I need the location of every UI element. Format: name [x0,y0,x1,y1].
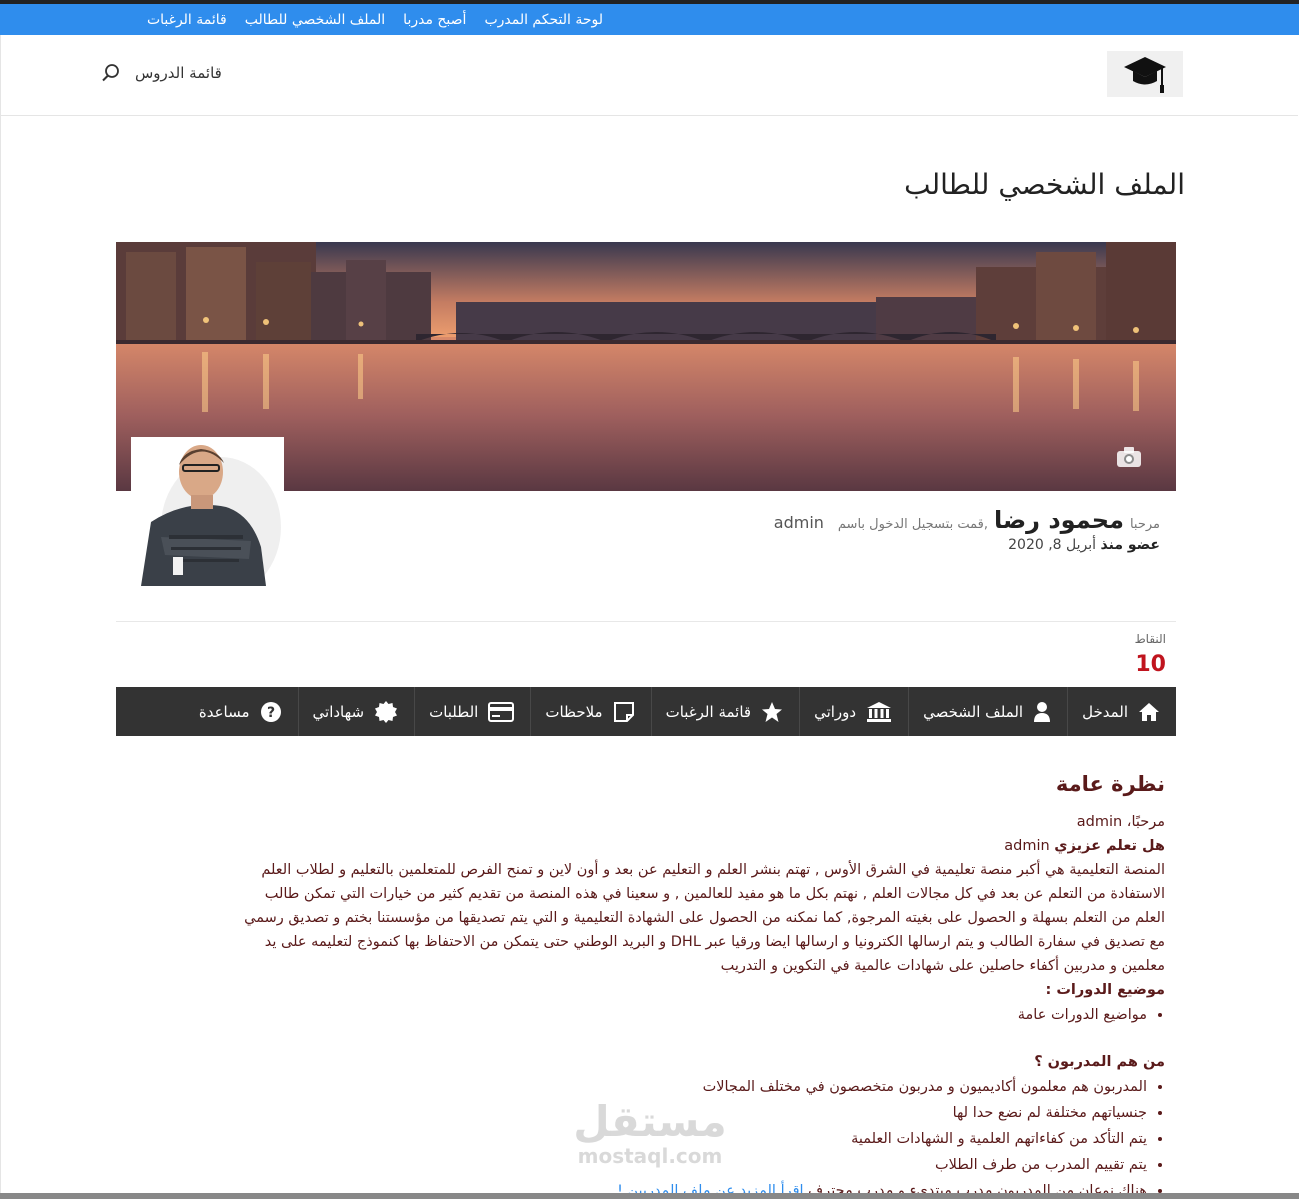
svg-text:?: ? [266,705,274,721]
help-icon: ? [260,701,281,722]
overview-heading: نظرة عامة [1055,772,1165,796]
watermark-english: mostaql.com [577,1144,723,1168]
window-bottom-border [0,1193,1299,1199]
user-icon [1034,701,1051,722]
top-navigation-bar: لوحة التحكم المدرب أصبح مدربا الملف الشخ… [0,4,1299,35]
home-icon [1139,702,1159,721]
overview-paragraph-line: العلم من التعلم بسهلة و الحصول على بغيته… [244,910,1165,926]
overview-paragraph-line: الاستفادة من التعلم عن بعد في كل مجالات … [264,886,1165,902]
badge-icon [375,700,398,723]
bank-icon [867,701,892,722]
graduation-cap-icon [1124,57,1166,93]
mostaql-watermark: مستقل mostaql.com [570,1100,730,1172]
tab-home-label: المدخل [1082,702,1128,721]
overview-paragraph-line: المنصة التعليمية هي أكبر منصة تعليمية في… [261,862,1165,878]
top-link-become-trainer[interactable]: أصبح مدربا [403,12,466,28]
profile-name: محمود رضا [993,506,1124,534]
change-cover-camera-icon[interactable] [1116,446,1142,472]
avatar-portrait [131,437,284,586]
tab-my-courses[interactable]: دوراتي [799,687,908,736]
member-since: عضو منذ أبريل 8, 2020 [1008,537,1160,553]
watermark-arabic: مستقل [573,1097,727,1146]
profile-divider [116,621,1176,622]
profile-greeting: مرحبا محمود رضا ,قمت بتسجيل الدخول باسم … [774,506,1160,534]
top-links: لوحة التحكم المدرب أصبح مدربا الملف الشخ… [147,4,603,35]
tab-home[interactable]: المدخل [1067,687,1176,736]
profile-username: admin [773,513,824,532]
overview-paragraph-line: معلمين و مدربين أكفاء حاصلين على شهادات … [720,958,1165,974]
points-label: النقاط [1134,632,1166,646]
did-you-know: هل تعلم عزيزي admin [115,834,1165,858]
site-logo[interactable] [1107,51,1183,97]
logged-in-as-label: ,قمت بتسجيل الدخول باسم [837,517,988,532]
tab-profile-label: الملف الشخصي [923,702,1024,721]
profile-tabs: المدخل الملف الشخصي دوراتي قائمة الرغبات… [116,687,1176,736]
list-item: هناك نوعان من المدربون مدرب مبتدىء و مدر… [115,1178,1147,1204]
overview-paragraph-line: مع تصديق في سفارة الطالب و يتم ارسالها ا… [264,934,1165,950]
tab-help[interactable]: ? مساعدة [185,687,298,736]
topics-heading: موضيع الدورات : [1045,982,1166,998]
did-you-know-label: هل تعلم عزيزي [1054,838,1165,854]
tab-notes-label: ملاحظات [545,702,603,721]
list-item: مواضيع الدورات عامة [115,1002,1147,1028]
tab-wishlist[interactable]: قائمة الرغبات [650,687,799,736]
credit-card-icon [488,701,515,722]
tab-orders-label: الطلبات [429,702,479,721]
lessons-menu: قائمة الدروس [101,63,222,83]
tab-profile[interactable]: الملف الشخصي [908,687,1067,736]
search-icon[interactable] [101,63,121,83]
member-since-value: أبريل 8, 2020 [1008,537,1097,553]
greeting-hello: مرحبا [1129,517,1160,532]
topics-list: مواضيع الدورات عامة [115,1002,1165,1028]
tab-wishlist-label: قائمة الرغبات [665,702,752,721]
note-icon [613,701,634,722]
tab-certificates-label: شهاداتي [312,702,365,721]
lessons-menu-label[interactable]: قائمة الدروس [135,64,222,82]
tab-my-courses-label: دوراتي [814,702,857,721]
did-you-know-user: admin [1004,838,1050,854]
tab-notes[interactable]: ملاحظات [530,687,650,736]
page-title: الملف الشخصي للطالب [904,168,1185,201]
points-value: 10 [1135,652,1166,677]
top-link-trainer-dashboard[interactable]: لوحة التحكم المدرب [484,12,603,28]
avatar[interactable] [131,437,284,586]
tab-help-label: مساعدة [198,702,250,721]
overview-greeting: مرحبًا، admin [1076,814,1165,830]
top-link-student-profile[interactable]: الملف الشخصي للطالب [245,12,385,28]
star-icon [762,701,783,722]
trainers-heading: من هم المدربون ؟ [1034,1054,1165,1070]
tab-certificates[interactable]: شهاداتي [297,687,415,736]
top-link-wishlist[interactable]: قائمة الرغبات [147,12,227,28]
member-since-label: عضو منذ [1100,537,1160,553]
tab-orders[interactable]: الطلبات [414,687,530,736]
site-header: قائمة الدروس [0,35,1298,116]
